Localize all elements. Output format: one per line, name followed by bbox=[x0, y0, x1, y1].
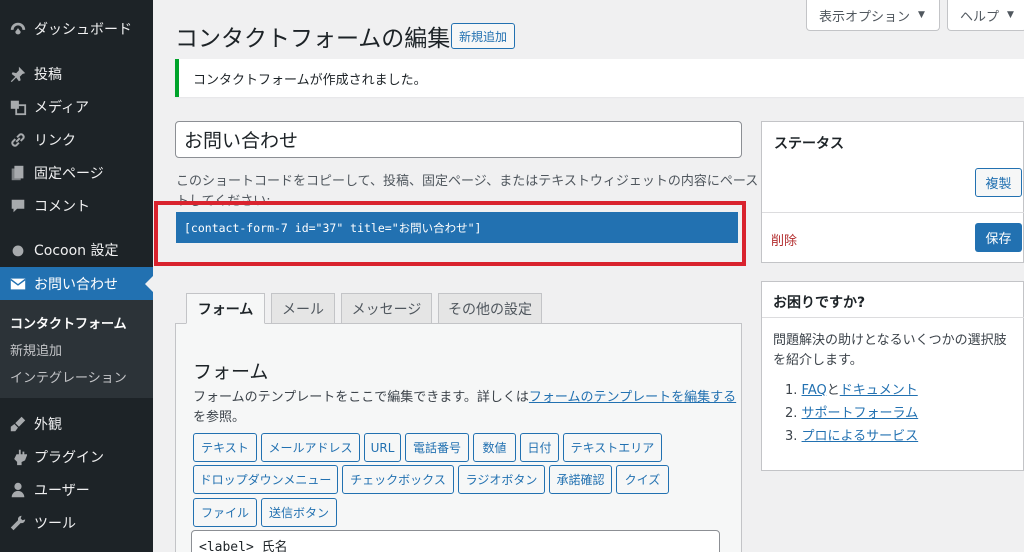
tag-file-button[interactable]: ファイル bbox=[193, 498, 257, 527]
media-icon bbox=[8, 97, 28, 117]
circle-icon bbox=[8, 240, 28, 260]
submenu-add-new[interactable]: 新規追加 bbox=[10, 340, 62, 359]
screen-options-button[interactable]: 表示オプション ▼ bbox=[806, 0, 940, 31]
wrench-icon bbox=[8, 513, 28, 533]
sidebar-item-posts[interactable]: 投稿 bbox=[0, 57, 153, 90]
tab-form[interactable]: フォーム bbox=[186, 293, 265, 324]
help-list-item: 3. プロによるサービス bbox=[785, 425, 918, 448]
mail-icon bbox=[8, 274, 28, 294]
sidebar-item-cocoon-settings[interactable]: Cocoon 設定 bbox=[0, 233, 153, 266]
tag-number-button[interactable]: 数値 bbox=[473, 433, 516, 462]
sidebar-item-label: 外観 bbox=[34, 416, 62, 433]
sidebar-item-label: コメント bbox=[34, 198, 90, 215]
panel-desc-text: フォームのテンプレートをここで編集できます。詳しくは bbox=[193, 390, 529, 405]
brush-icon bbox=[8, 414, 28, 434]
sidebar-item-dashboard[interactable]: ダッシュボード bbox=[0, 12, 153, 45]
notice-text: コンタクトフォームが作成されました。 bbox=[193, 72, 427, 88]
tag-text-button[interactable]: テキスト bbox=[193, 433, 257, 462]
sidebar-item-label: 投稿 bbox=[34, 66, 62, 83]
sidebar-item-tools[interactable]: ツール bbox=[0, 506, 153, 539]
caret-down-icon: ▼ bbox=[1007, 10, 1014, 20]
tag-acceptance-button[interactable]: 承諾確認 bbox=[549, 465, 612, 494]
form-title-input[interactable]: お問い合わせ bbox=[175, 121, 742, 158]
duplicate-button[interactable]: 複製 bbox=[975, 168, 1022, 197]
help-tab-label: ヘルプ bbox=[960, 9, 1000, 25]
tag-url-button[interactable]: URL bbox=[364, 433, 401, 462]
list-number: 2. bbox=[785, 406, 798, 421]
tag-dropdown-button[interactable]: ドロップダウンメニュー bbox=[193, 465, 338, 494]
link-icon bbox=[8, 130, 28, 150]
sidebar-item-label: リンク bbox=[34, 132, 76, 149]
panel-desc-suffix: を参照。 bbox=[193, 410, 246, 425]
status-box-title: ステータス bbox=[774, 136, 844, 152]
contact-submenu: コンタクトフォーム 新規追加 インテグレーション bbox=[0, 300, 153, 398]
pin-icon bbox=[8, 64, 28, 84]
caret-down-icon: ▼ bbox=[918, 10, 925, 20]
sidebar-item-pages[interactable]: 固定ページ bbox=[0, 156, 153, 189]
tab-mail[interactable]: メール bbox=[271, 293, 335, 324]
submenu-contact-forms[interactable]: コンタクトフォーム bbox=[10, 313, 127, 332]
page-title: コンタクトフォームの編集 bbox=[175, 26, 451, 52]
screen-options-label: 表示オプション bbox=[819, 9, 911, 25]
sidebar-item-users[interactable]: ユーザー bbox=[0, 473, 153, 506]
help-list-item: 1. FAQとドキュメント bbox=[785, 379, 918, 402]
sidebar-item-label: ツール bbox=[34, 515, 76, 532]
sidebar-item-label: Cocoon 設定 bbox=[34, 242, 119, 259]
submenu-integration[interactable]: インテグレーション bbox=[10, 367, 127, 386]
sidebar-item-label: 固定ページ bbox=[34, 165, 104, 182]
documentation-link[interactable]: ドキュメント bbox=[840, 383, 918, 398]
pro-services-link[interactable]: プロによるサービス bbox=[802, 429, 919, 444]
help-list-item: 2. サポートフォーラム bbox=[785, 402, 918, 425]
sidebar-item-contact[interactable]: お問い合わせ bbox=[0, 267, 153, 300]
list-number: 1. bbox=[785, 383, 798, 398]
edit-template-link[interactable]: フォームのテンプレートを編集する bbox=[529, 390, 736, 405]
help-box-text: 問題解決の助けとなるいくつかの選択肢を紹介します。 bbox=[773, 333, 1007, 368]
tag-email-button[interactable]: メールアドレス bbox=[261, 433, 360, 462]
success-notice: コンタクトフォームが作成されました。 bbox=[175, 59, 1024, 97]
tag-quiz-button[interactable]: クイズ bbox=[616, 465, 669, 494]
tab-other-settings[interactable]: その他の設定 bbox=[438, 293, 542, 324]
divider bbox=[762, 212, 1024, 213]
tag-date-button[interactable]: 日付 bbox=[520, 433, 559, 462]
plugin-icon bbox=[8, 447, 28, 467]
sidebar-item-label: メディア bbox=[34, 99, 90, 116]
sidebar-item-plugins[interactable]: プラグイン bbox=[0, 440, 153, 473]
add-new-button[interactable]: 新規追加 bbox=[451, 23, 516, 49]
form-template-editor[interactable]: <label> 氏名 bbox=[191, 530, 720, 552]
help-links-list: 1. FAQとドキュメント 2. サポートフォーラム 3. プロによるサービス bbox=[785, 379, 918, 448]
sidebar-item-label: ダッシュボード bbox=[34, 21, 132, 38]
code-line: <label> 氏名 bbox=[199, 540, 288, 552]
link-joiner: と bbox=[826, 383, 840, 398]
tag-textarea-button[interactable]: テキストエリア bbox=[563, 433, 662, 462]
highlight-frame bbox=[154, 201, 746, 266]
page-icon bbox=[8, 163, 28, 183]
sidebar-item-links[interactable]: リンク bbox=[0, 123, 153, 156]
delete-link[interactable]: 削除 bbox=[771, 230, 797, 249]
tag-checkbox-button[interactable]: チェックボックス bbox=[342, 465, 454, 494]
panel-description: フォームのテンプレートをここで編集できます。詳しくはフォームのテンプレートを編集… bbox=[193, 388, 738, 428]
user-icon bbox=[8, 480, 28, 500]
tag-tel-button[interactable]: 電話番号 bbox=[405, 433, 469, 462]
save-button[interactable]: 保存 bbox=[975, 223, 1022, 252]
faq-link[interactable]: FAQ bbox=[802, 383, 827, 398]
tag-submit-button[interactable]: 送信ボタン bbox=[261, 498, 337, 527]
list-number: 3. bbox=[785, 429, 798, 444]
tab-messages[interactable]: メッセージ bbox=[341, 293, 432, 324]
sidebar-item-label: ユーザー bbox=[34, 482, 90, 499]
sidebar-item-appearance[interactable]: 外観 bbox=[0, 407, 153, 440]
sidebar-item-label: プラグイン bbox=[34, 449, 104, 466]
comment-icon bbox=[8, 196, 28, 216]
panel-title: フォーム bbox=[193, 361, 269, 383]
admin-sidebar: ダッシュボード 投稿 メディア リンク 固定ページ コメント Cocoon 設定… bbox=[0, 0, 153, 552]
dashboard-icon bbox=[8, 19, 28, 39]
tag-radio-button[interactable]: ラジオボタン bbox=[458, 465, 545, 494]
help-box-title: お困りですか? bbox=[773, 295, 866, 311]
sidebar-item-label: お問い合わせ bbox=[34, 276, 118, 293]
divider bbox=[762, 317, 1024, 318]
sidebar-item-comments[interactable]: コメント bbox=[0, 189, 153, 222]
support-forum-link[interactable]: サポートフォーラム bbox=[802, 406, 919, 421]
sidebar-item-media[interactable]: メディア bbox=[0, 90, 153, 123]
help-tab-button[interactable]: ヘルプ ▼ bbox=[947, 0, 1024, 31]
